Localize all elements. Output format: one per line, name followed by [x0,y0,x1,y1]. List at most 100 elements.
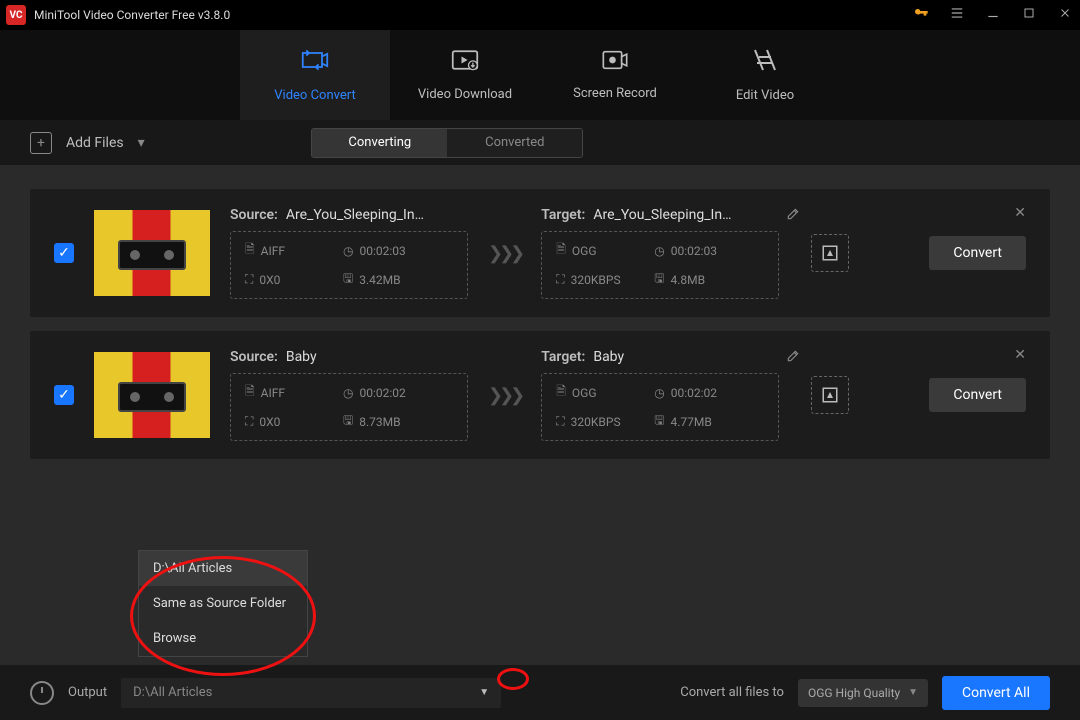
target-bitrate: 320KBPS [571,273,621,287]
tab-screen-record[interactable]: Screen Record [540,30,690,120]
choose-format-button[interactable] [811,234,849,272]
chevron-down-icon: ▾ [138,135,145,151]
size-icon: 🖫 [654,269,664,290]
source-format: AIFF [261,386,285,400]
convert-button[interactable]: Convert [929,236,1026,270]
source-format: AIFF [261,244,285,258]
clock-icon: ◷ [654,244,664,258]
source-meta: 🗎 AIFF ◷ 00:02:02 ⛶ 0X0 🖫 8.73MB [230,373,468,441]
target-bitrate: 320KBPS [571,415,621,429]
target-duration: 00:02:02 [671,386,717,400]
output-option-browse[interactable]: Browse [139,621,307,656]
source-label: Source: [230,207,278,223]
file-icon: 🗎 [245,382,255,403]
conversion-state-tabs: Converting Converted [311,128,583,158]
target-meta: 🗎 OGG ◷ 00:02:03 ⛶ 320KBPS 🖫 4.8MB [541,231,779,299]
file-card: ✓ Source: Baby 🗎 AIFF ◷ 00:02:02 ⛶ 0X0 🖫 8.73… [30,331,1050,459]
clock-icon: ◷ [343,244,353,258]
resolution-icon: ⛶ [245,414,253,429]
tab-label: Edit Video [736,88,794,103]
target-format: OGG [572,244,597,258]
edit-icon [753,48,777,78]
toolbar: + Add Files ▾ Converting Converted [0,120,1080,165]
resolution-icon: ⛶ [245,272,253,287]
source-duration: 00:02:02 [359,386,405,400]
select-checkbox[interactable]: ✓ [54,243,74,263]
thumbnail [94,352,210,438]
bottom-bar: Output D:\All Articles ▼ Convert all fil… [0,665,1080,720]
output-option-same-as-source[interactable]: Same as Source Folder [139,586,307,621]
source-duration: 00:02:03 [359,244,405,258]
target-label: Target: [541,349,585,365]
remove-icon[interactable]: ✕ [1014,347,1026,363]
tab-label: Video Download [418,87,512,102]
main-tabs: Video Convert Video Download Screen Reco… [0,30,1080,120]
choose-format-button[interactable] [811,376,849,414]
target-duration: 00:02:03 [671,244,717,258]
app-logo-icon: VC [6,5,26,25]
source-filename: Are_You_Sleeping_In… [286,207,424,223]
close-icon[interactable] [1056,7,1074,23]
source-filename: Baby [286,349,317,365]
target-label: Target: [541,207,585,223]
file-icon: 🗎 [245,240,255,261]
download-icon [451,49,479,77]
output-option-path[interactable]: D:\All Articles [139,551,307,586]
maximize-icon[interactable] [1020,7,1038,23]
target-size: 4.77MB [670,415,711,429]
output-folder-select[interactable]: D:\All Articles ▼ [121,678,501,708]
app-title: MiniTool Video Converter Free v3.8.0 [34,8,912,22]
chevron-down-icon: ▼ [908,687,918,698]
convert-all-files-label: Convert all files to [680,685,784,700]
bitrate-icon: ⛶ [556,272,564,287]
add-files-label: Add Files [66,135,124,151]
arrow-icon: ❯❯❯ [488,385,521,406]
source-label: Source: [230,349,278,365]
remove-icon[interactable]: ✕ [1014,205,1026,221]
timer-icon[interactable] [30,681,54,705]
source-size: 3.42MB [359,273,400,287]
thumbnail [94,210,210,296]
file-icon: 🗎 [556,240,566,261]
source-size: 8.73MB [359,415,400,429]
key-icon[interactable] [912,5,930,25]
tab-video-download[interactable]: Video Download [390,30,540,120]
convert-button[interactable]: Convert [929,378,1026,412]
edit-icon[interactable] [786,207,800,225]
tab-edit-video[interactable]: Edit Video [690,30,840,120]
target-format: OGG [572,386,597,400]
file-card: ✓ Source: Are_You_Sleeping_In… 🗎 AIFF ◷ 00:… [30,189,1050,317]
source-resolution: 0X0 [259,273,280,287]
arrow-icon: ❯❯❯ [488,243,521,264]
output-folder-value: D:\All Articles [133,685,212,700]
plus-icon: + [30,132,52,154]
source-resolution: 0X0 [259,415,280,429]
tab-video-convert[interactable]: Video Convert [240,30,390,120]
output-format-select[interactable]: OGG High Quality ▼ [798,679,928,707]
target-filename: Are_You_Sleeping_In… [593,207,731,223]
add-files-button[interactable]: + Add Files ▾ [30,132,145,154]
target-filename: Baby [593,349,624,365]
minimize-icon[interactable] [984,6,1002,24]
tab-converting[interactable]: Converting [312,129,447,157]
size-icon: 🖫 [343,411,353,432]
chevron-down-icon: ▼ [479,687,489,698]
titlebar: VC MiniTool Video Converter Free v3.8.0 [0,0,1080,30]
source-meta: 🗎 AIFF ◷ 00:02:03 ⛶ 0X0 🖫 3.42MB [230,231,468,299]
tab-label: Video Convert [274,88,355,103]
select-checkbox[interactable]: ✓ [54,385,74,405]
edit-icon[interactable] [786,349,800,367]
file-list: ✓ Source: Are_You_Sleeping_In… 🗎 AIFF ◷ 00:… [0,165,1080,459]
clock-icon: ◷ [654,386,664,400]
tab-converted[interactable]: Converted [447,129,582,157]
size-icon: 🖫 [343,269,353,290]
output-folder-menu: D:\All Articles Same as Source Folder Br… [138,550,308,657]
tab-label: Screen Record [573,86,657,101]
target-size: 4.8MB [670,273,705,287]
bitrate-icon: ⛶ [556,414,564,429]
convert-all-button[interactable]: Convert All [942,676,1050,710]
menu-icon[interactable] [948,6,966,24]
clock-icon: ◷ [343,386,353,400]
target-meta: 🗎OGG ◷00:02:02 ⛶320KBPS 🖫4.77MB [541,373,779,441]
file-icon: 🗎 [556,382,566,403]
